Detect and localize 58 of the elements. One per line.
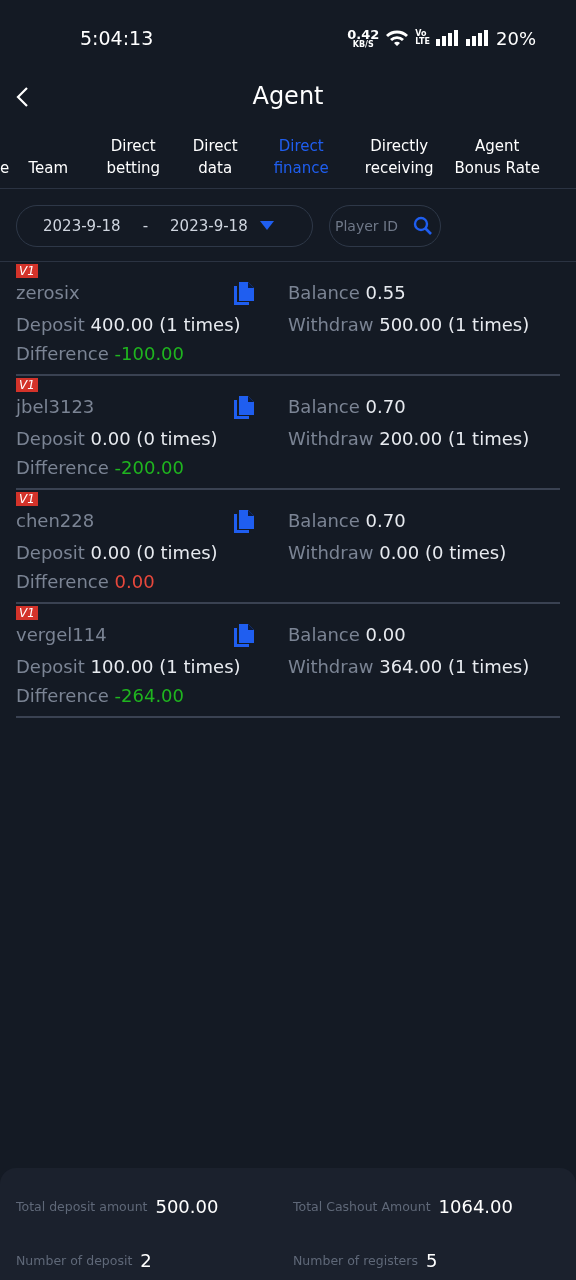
dropdown-icon: [259, 221, 274, 231]
copy-icon[interactable]: [232, 510, 254, 534]
signal-icon: [436, 30, 460, 46]
volte-indicator: Vo LTE: [415, 30, 430, 46]
balance-text: Balance 0.55: [288, 281, 407, 305]
level-badge: V1: [16, 606, 38, 620]
tab[interactable]: Agent Bonus Rate: [447, 135, 548, 188]
summary-label: Total deposit amount: [16, 1198, 148, 1214]
difference-value: -264.00: [114, 685, 184, 706]
balance-text: Balance 0.70: [288, 395, 407, 419]
player-id-search-field[interactable]: Player ID: [335, 218, 413, 234]
username: jbel3123: [16, 396, 95, 419]
difference-label: Difference: [16, 343, 109, 364]
summary-label: Total Cashout Amount: [293, 1198, 431, 1214]
summary-label: Number of deposit: [16, 1252, 133, 1268]
tab[interactable]: Direct betting: [87, 135, 180, 188]
withdraw-text: Withdraw 364.00 (1 times): [288, 656, 531, 677]
difference-value: -200.00: [114, 457, 184, 478]
difference-value: -100.00: [114, 343, 184, 364]
copy-icon[interactable]: [232, 282, 254, 306]
difference-label: Difference: [16, 571, 109, 592]
back-icon[interactable]: [14, 86, 30, 108]
balance-text: Balance 0.70: [288, 509, 407, 533]
summary-value: 5: [425, 1249, 438, 1271]
withdraw-text: Withdraw 200.00 (1 times): [288, 428, 531, 449]
username: chen228: [16, 510, 95, 533]
deposit-text: Deposit 100.00 (1 times): [16, 656, 242, 677]
status-time: 5:04:13: [80, 27, 154, 49]
username: zerosix: [16, 282, 80, 305]
wifi-icon: [385, 29, 410, 47]
battery-level: 20%: [496, 27, 536, 49]
summary-label: Number of registers: [293, 1252, 418, 1268]
page-title: Agent: [252, 82, 324, 110]
withdraw-text: Withdraw 0.00 (0 times): [288, 542, 508, 563]
difference-label: Difference: [16, 685, 109, 706]
copy-icon[interactable]: [232, 396, 254, 420]
username: vergel114: [16, 624, 107, 647]
signal-icon: [466, 30, 490, 46]
withdraw-text: Withdraw 500.00 (1 times): [288, 314, 531, 335]
network-speed: 0.42 KB/S: [347, 27, 380, 49]
tab[interactable]: e: [0, 157, 10, 188]
balance-text: Balance 0.00: [288, 623, 407, 647]
search-icon: [413, 216, 433, 236]
summary-value: 1064.00: [438, 1195, 513, 1217]
deposit-text: Deposit 400.00 (1 times): [16, 314, 242, 335]
tab[interactable]: Team: [9, 157, 88, 188]
level-badge: V1: [16, 264, 38, 278]
summary-value: 500.00: [155, 1195, 219, 1217]
copy-icon[interactable]: [232, 624, 254, 648]
deposit-text: Deposit 0.00 (0 times): [16, 428, 219, 449]
summary-value: 2: [140, 1249, 152, 1271]
tab[interactable]: Direct data: [179, 135, 252, 188]
difference-label: Difference: [16, 457, 109, 478]
tab[interactable]: Directly receiving: [351, 135, 448, 188]
level-badge: V1: [16, 492, 38, 506]
deposit-text: Deposit 0.00 (0 times): [16, 542, 219, 563]
difference-value: 0.00: [114, 571, 155, 592]
level-badge: V1: [16, 378, 38, 392]
